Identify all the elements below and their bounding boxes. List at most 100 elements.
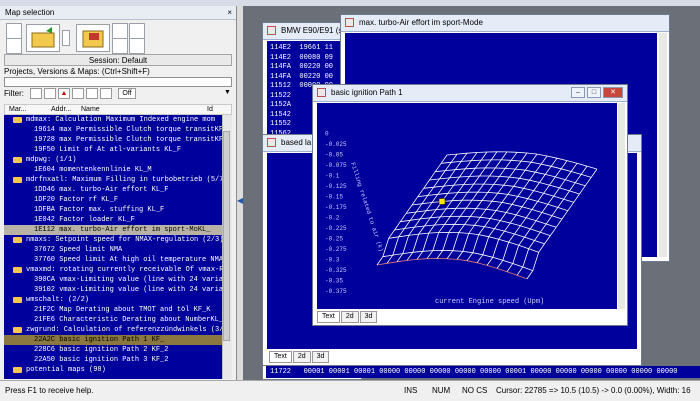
maximize-button[interactable]: □ [587,87,601,98]
filter-d-icon[interactable] [86,88,98,99]
tree-map-item[interactable]: 1DF20 Factor rf KL_F [4,195,222,205]
tab-3d[interactable]: 3d [311,351,330,363]
column-id[interactable]: Id [207,106,213,113]
column-name[interactable]: Name [81,106,100,113]
window-basic-ignition[interactable]: basic ignition Path 1 – □ ✕ -0.375 -0.35 -0.… [312,84,628,326]
open-dropdown-arrow[interactable] [62,30,70,46]
tab-2d[interactable]: 2d [292,351,311,363]
tree-item-label: 19F50 Limit of At atl-variants KL_F [34,146,182,154]
hex-row: 114E2 19661 11 [270,44,334,52]
tree-folder[interactable]: mdpwg: (1/1) [4,155,222,165]
window-icon [267,26,276,35]
tree-folder[interactable]: nmaxs: Setpoint speed for NMAX-regulatio… [4,235,222,245]
tree-item-label: 39102 vmax-Limiting value (line with 24 … [34,286,222,294]
open-folder-icon [31,27,55,48]
tree-map-item[interactable]: 228C6 basic ignition Path 2 KF_2 [4,345,222,355]
hex-bottom-row-text: 11722 00001 00001 00001 00000 00000 0000… [270,368,678,376]
plot-scrollbar[interactable] [618,103,625,309]
tree-folder[interactable]: vmaxmd: rotating currently receivable Of… [4,265,222,275]
tree-map-item[interactable]: 39102 vmax-Limiting value (line with 24 … [4,285,222,295]
filter-warning-icon[interactable]: ▲ [58,88,70,99]
status-cs: NO CS [462,386,488,395]
tab-3d[interactable]: 3d [359,311,378,323]
folder-icon [13,367,22,373]
tree-map-item[interactable]: 19F50 Limit of At atl-variants KL_F [4,145,222,155]
z-tick-label: -0.375 [325,288,347,295]
open-folder-button[interactable] [26,24,60,52]
delete-icon[interactable] [129,23,145,39]
map-selection-panel: Map selection × Session: Default Project… [0,6,237,380]
tab-2d[interactable]: 2d [340,311,359,323]
tree-folder[interactable]: potential maps (98) [4,365,222,375]
window-icon [317,88,326,97]
tree-map-item[interactable]: 1E112 max. turbo-Air effort im sport-MoK… [4,225,222,235]
save-session-icon[interactable] [6,38,22,54]
z-tick-label: -0.3 [325,257,340,264]
panel-close-button[interactable]: × [227,8,232,17]
tree-folder[interactable]: mdrfnxatl: Maximum Filling in turbobetri… [4,175,222,185]
window-basic-title: basic ignition Path 1 [331,88,403,97]
tree-map-item[interactable]: 390CA vmax-Limiting value (line with 24 … [4,275,222,285]
tree-map-item[interactable]: 22A50 basic ignition Path 3 KF_2 [4,355,222,365]
column-mark[interactable]: Mar... [9,106,27,113]
turbo-scrollbar[interactable] [659,33,667,257]
collapse-arrow-icon[interactable]: ◀ [237,196,243,205]
properties-icon[interactable] [129,38,145,54]
tree-map-item[interactable]: 21FE6 Characteristic Derating about Numb… [4,315,222,325]
tree-map-item[interactable]: 1DFBA Factor max. stuffing KL_F [4,205,222,215]
tab-text[interactable]: Text [269,351,292,363]
hex-row: 11522 [270,91,292,100]
search-input[interactable] [4,77,232,87]
tree-map-item[interactable]: 22A2C basic ignition Path 1 KF_ [4,335,222,345]
close-button[interactable]: ✕ [603,87,623,98]
minimize-button[interactable]: – [571,87,585,98]
tree-scroll-thumb[interactable] [223,131,230,341]
edit-icon[interactable] [112,23,128,39]
folder-icon [13,237,22,243]
filter-c-icon[interactable] [72,88,84,99]
copy-icon[interactable] [112,38,128,54]
surface-plot-svg[interactable]: -0.375 -0.35 -0.325 -0.3 -0.275 -0.25 -0.225 -0… [317,103,615,307]
based-tabs: Text 2d 3d [269,351,330,363]
tree-folder[interactable]: mdmax: Calculation Maximum Indexed engin… [4,115,222,125]
tree-map-item[interactable]: 1E604 momentenkennlinie KL_M [4,165,222,175]
hex-row: 11542 [270,110,292,119]
tree-item-label: mdmax: Calculation Maximum Indexed engin… [26,116,216,124]
new-session-icon[interactable] [6,23,22,39]
project-icon [82,30,104,48]
panel-title: Map selection [5,8,55,17]
tab-text[interactable]: Text [317,311,340,323]
tree-item-label: zwgrund: Calculation of referenzzündwink… [26,326,222,334]
tree-map-item[interactable]: 19728 max Permissible Clutch torque tran… [4,135,222,145]
hex-bottom-row: 11722 00001 00001 00001 00000 00000 0000… [266,366,700,378]
panel-splitter[interactable]: ◀ [237,6,243,380]
tree-folder[interactable]: wmschalt: (2/2) [4,295,222,305]
column-address[interactable]: Addr... [51,106,71,113]
tree-item-label: 22A50 basic ignition Path 3 KF_2 [34,356,169,364]
filter-e-icon[interactable] [100,88,112,99]
session-button[interactable]: Session: Default [4,54,232,66]
tree-folder[interactable]: zwgrund: Calculation of referenzzündwink… [4,325,222,335]
project-button[interactable] [76,24,110,52]
window-basic-titlebar[interactable]: basic ignition Path 1 – □ ✕ [313,85,627,102]
status-ins: INS [404,386,418,395]
hex-row: 114FA 00220 00 [270,72,334,81]
filter-dropdown-icon[interactable]: ▼ [224,89,231,96]
cursor-marker-icon[interactable] [438,198,446,205]
window-turbo-titlebar[interactable]: max. turbo-Air effort im sport-Mode [341,15,669,32]
filter-b-icon[interactable] [44,88,56,99]
tree-map-item[interactable]: 37672 Speed limit NMA [4,245,222,255]
window-based-title: based la [281,138,312,147]
map-tree[interactable]: mdmax: Calculation Maximum Indexed engin… [4,115,222,379]
tree-map-item[interactable]: 19614 max Permissible Clutch torque tran… [4,125,222,135]
tree-map-item[interactable]: 1E042 Factor loader KL_F [4,215,222,225]
filter-a-icon[interactable] [30,88,42,99]
basic-tabs: Text 2d 3d [317,311,378,323]
mesh-line [376,258,528,280]
plot-3d[interactable]: -0.375 -0.35 -0.325 -0.3 -0.275 -0.25 -0.225 -0… [317,103,617,309]
tree-map-item[interactable]: 1DD46 max. turbo-Air effort KL_F [4,185,222,195]
tree-map-item[interactable]: 37760 Speed limit At high oil temperatur… [4,255,222,265]
tree-map-item[interactable]: 21F2C Map Derating about TMOT and töl KF… [4,305,222,315]
filter-off-button[interactable]: Off [118,88,136,99]
z-tick-label: -0.075 [325,162,347,169]
